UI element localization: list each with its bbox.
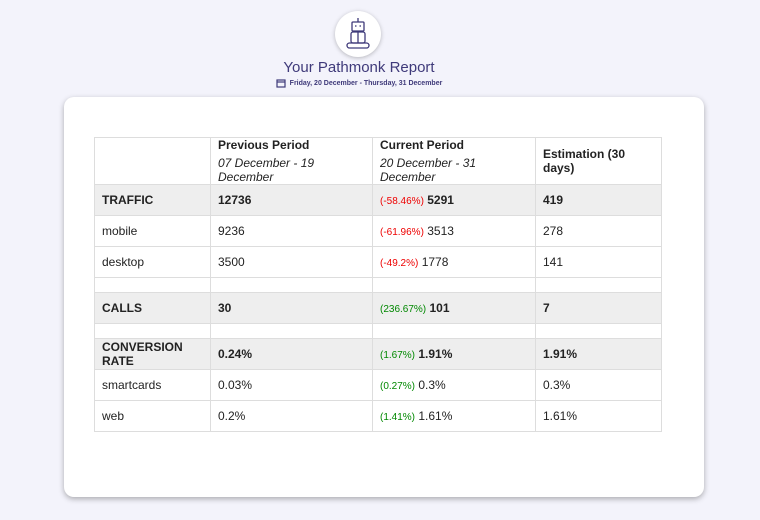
change-badge: (1.41%)	[380, 412, 416, 423]
row-label: smartcards	[94, 369, 211, 401]
change-badge: (236.67%)	[380, 304, 427, 315]
monk-robot-icon	[346, 18, 370, 49]
column-label: Previous Period	[218, 138, 310, 152]
row-label: CONVERSION RATE	[94, 338, 211, 370]
row-label: desktop	[94, 246, 211, 278]
previous-value: 0.2%	[210, 400, 373, 432]
table-row: web 0.2% (1.41%) 1.61% 1.61%	[94, 400, 662, 432]
section-row: CALLS 30 (236.67%) 101 7	[94, 292, 662, 324]
spacer-row	[94, 323, 662, 339]
date-range-text: Friday, 20 December - Thursday, 31 Decem…	[289, 79, 443, 87]
estimation-value: 278	[535, 215, 662, 247]
report-table: Previous Period 07 December - 19 December…	[94, 137, 662, 432]
previous-value: 0.03%	[210, 369, 373, 401]
current-value: (0.27%) 0.3%	[372, 369, 536, 401]
change-badge: (-58.46%)	[380, 196, 424, 207]
empty-cell	[94, 277, 211, 293]
report-card: Previous Period 07 December - 19 December…	[64, 97, 704, 497]
logo	[335, 11, 381, 57]
column-header: Current Period 20 December - 31 December	[372, 137, 536, 185]
current-number: 0.3%	[418, 378, 446, 392]
date-range: Friday, 20 December - Thursday, 31 Decem…	[0, 78, 718, 88]
empty-cell	[535, 277, 662, 293]
change-badge: (1.67%)	[380, 350, 416, 361]
estimation-value: 7	[535, 292, 662, 324]
previous-value: 3500	[210, 246, 373, 278]
current-value: (1.41%) 1.61%	[372, 400, 536, 432]
current-number: 3513	[427, 224, 454, 238]
current-value: (1.67%) 1.91%	[372, 338, 536, 370]
column-label: Estimation (30 days)	[543, 147, 626, 175]
current-value: (-58.46%) 5291	[372, 184, 536, 216]
column-header	[94, 137, 211, 185]
calendar-icon	[276, 79, 286, 88]
empty-cell	[535, 323, 662, 339]
estimation-value: 1.91%	[535, 338, 662, 370]
row-label: web	[94, 400, 211, 432]
section-row: CONVERSION RATE 0.24% (1.67%) 1.91% 1.91%	[94, 338, 662, 370]
column-header: Estimation (30 days)	[535, 137, 662, 185]
estimation-value: 419	[535, 184, 662, 216]
column-period: 20 December - 31 December	[380, 156, 477, 184]
column-header: Previous Period 07 December - 19 December	[210, 137, 373, 185]
change-badge: (-49.2%)	[380, 258, 419, 269]
estimation-value: 0.3%	[535, 369, 662, 401]
current-number: 101	[429, 301, 450, 315]
table-row: smartcards 0.03% (0.27%) 0.3% 0.3%	[94, 369, 662, 401]
section-row: TRAFFIC 12736 (-58.46%) 5291 419	[94, 184, 662, 216]
page-title: Your Pathmonk Report	[283, 59, 435, 76]
change-badge: (0.27%)	[380, 381, 416, 392]
previous-value: 30	[210, 292, 373, 324]
spacer-row	[94, 277, 662, 293]
current-number: 5291	[427, 193, 454, 207]
row-label: TRAFFIC	[94, 184, 211, 216]
current-value: (-49.2%) 1778	[372, 246, 536, 278]
current-value: (-61.96%) 3513	[372, 215, 536, 247]
empty-cell	[94, 323, 211, 339]
previous-value: 12736	[210, 184, 373, 216]
empty-cell	[210, 323, 373, 339]
current-number: 1778	[421, 255, 449, 269]
table-row: desktop 3500 (-49.2%) 1778 141	[94, 246, 662, 278]
current-number: 1.91%	[418, 347, 453, 361]
row-label: CALLS	[94, 292, 211, 324]
row-label: mobile	[94, 215, 211, 247]
table-row: mobile 9236 (-61.96%) 3513 278	[94, 215, 662, 247]
empty-cell	[372, 277, 536, 293]
empty-cell	[372, 323, 536, 339]
column-period: 07 December - 19 December	[218, 156, 315, 184]
change-badge: (-61.96%)	[380, 227, 424, 238]
estimation-value: 1.61%	[535, 400, 662, 432]
current-number: 1.61%	[418, 409, 453, 423]
empty-cell	[210, 277, 373, 293]
estimation-value: 141	[535, 246, 662, 278]
current-value: (236.67%) 101	[372, 292, 536, 324]
previous-value: 9236	[210, 215, 373, 247]
column-label: Current Period	[380, 138, 465, 152]
previous-value: 0.24%	[210, 338, 373, 370]
